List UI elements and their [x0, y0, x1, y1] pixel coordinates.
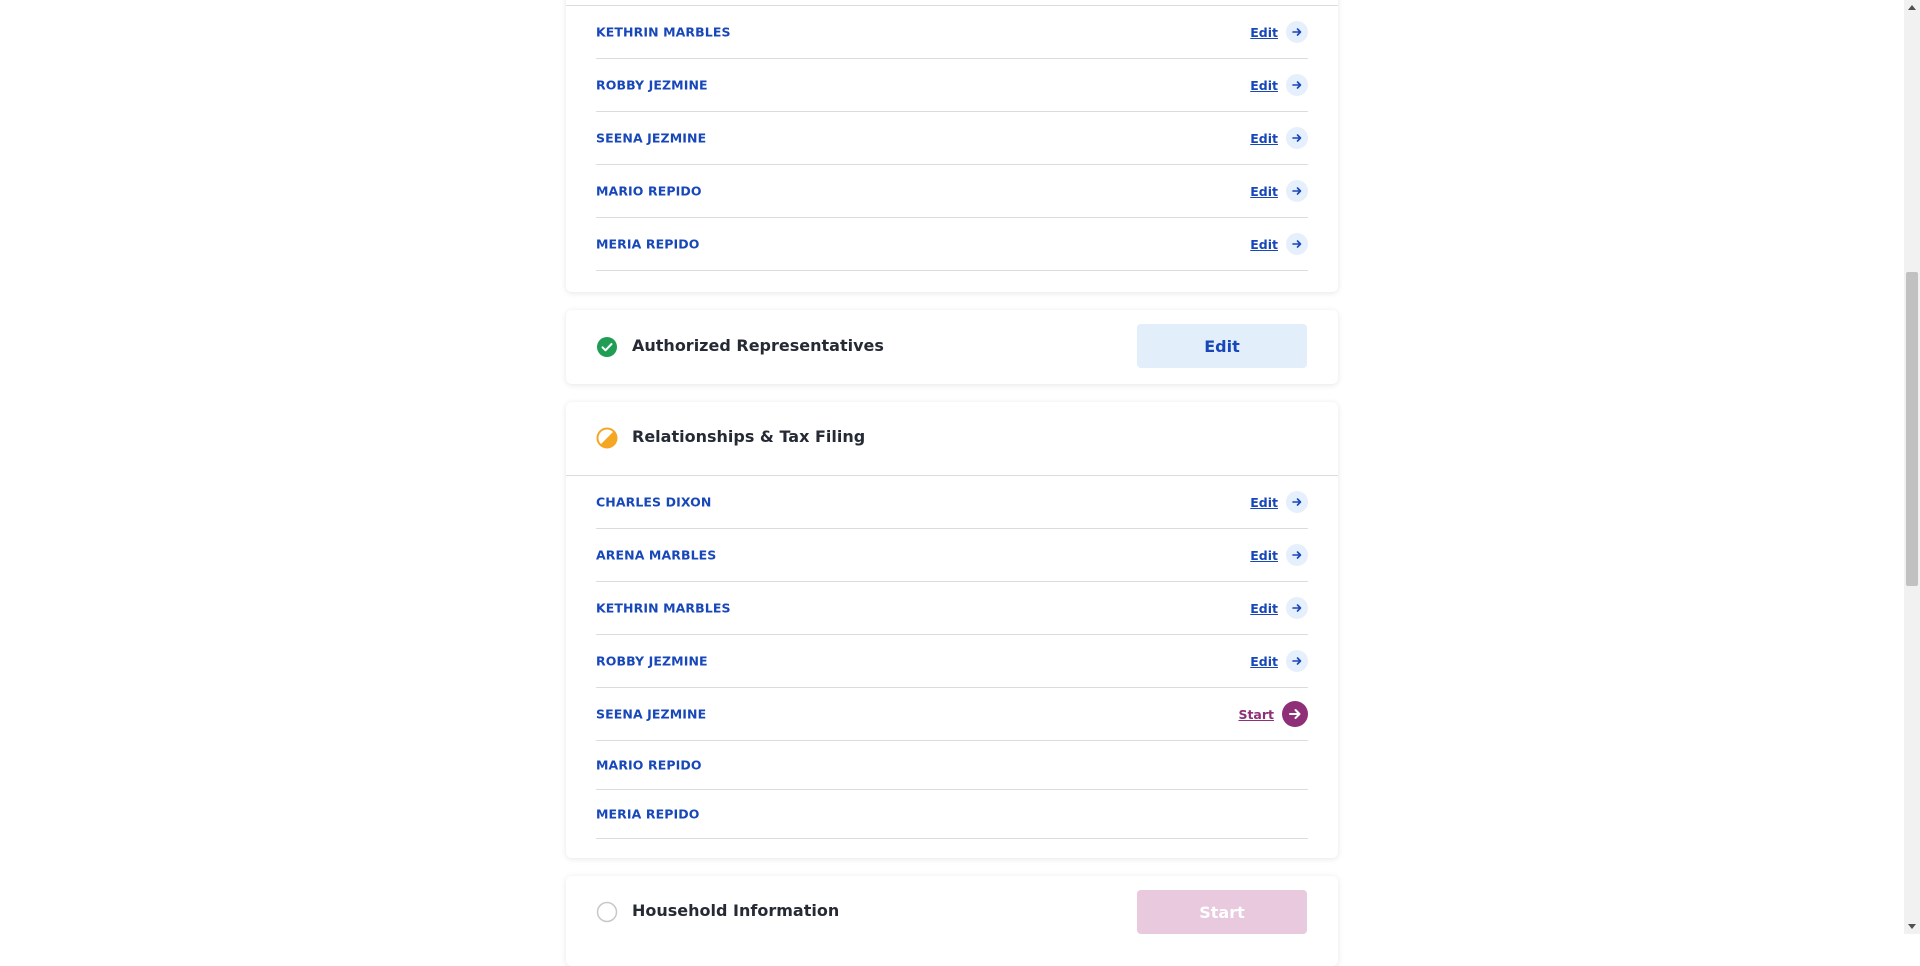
arrow-right-icon[interactable] — [1286, 597, 1308, 619]
member-name: CHARLES DIXON — [596, 494, 712, 510]
member-name: SEENA JEZMINE — [596, 706, 707, 722]
edit-link[interactable]: Edit — [1250, 131, 1278, 146]
edit-action[interactable]: Edit — [1250, 544, 1308, 566]
member-row: MERIA REPIDO — [596, 790, 1308, 839]
edit-link[interactable]: Edit — [1250, 601, 1278, 616]
edit-button[interactable]: Edit — [1137, 324, 1307, 368]
edit-action[interactable]: Edit — [1250, 491, 1308, 513]
edit-link[interactable]: Edit — [1250, 654, 1278, 669]
member-row: KETHRIN MARBLES Edit — [596, 582, 1308, 635]
member-name: MERIA REPIDO — [596, 236, 700, 252]
arrow-right-icon[interactable] — [1282, 701, 1308, 727]
edit-action[interactable]: Edit — [1250, 650, 1308, 672]
edit-link[interactable]: Edit — [1250, 78, 1278, 93]
relationships-tax-filing-card: Relationships & Tax Filing CHARLES DIXON… — [566, 402, 1338, 858]
start-action[interactable]: Start — [1238, 701, 1308, 727]
in-progress-icon — [596, 427, 618, 449]
start-link[interactable]: Start — [1238, 707, 1274, 722]
edit-action[interactable]: Edit — [1250, 233, 1308, 255]
member-row: CHARLES DIXON Edit — [596, 476, 1308, 529]
member-name: SEENA JEZMINE — [596, 130, 707, 146]
edit-link[interactable]: Edit — [1250, 184, 1278, 199]
arrow-right-icon[interactable] — [1286, 74, 1308, 96]
member-name: MARIO REPIDO — [596, 757, 702, 773]
member-row: MARIO REPIDO — [596, 741, 1308, 790]
member-row: MARIO REPIDO Edit — [596, 165, 1308, 218]
member-row: ROBBY JEZMINE Edit — [596, 635, 1308, 688]
section-title: Authorized Representatives — [632, 336, 884, 355]
household-information-card: Household Information Start — [566, 876, 1338, 966]
section-title: Relationships & Tax Filing — [632, 427, 866, 446]
edit-link[interactable]: Edit — [1250, 548, 1278, 563]
check-circle-icon — [596, 336, 618, 358]
edit-link[interactable]: Edit — [1250, 237, 1278, 252]
empty-circle-icon — [596, 901, 618, 923]
member-name: ROBBY JEZMINE — [596, 653, 708, 669]
arrow-right-icon[interactable] — [1286, 233, 1308, 255]
start-button[interactable]: Start — [1137, 890, 1307, 934]
member-row: ARENA MARBLES Edit — [596, 529, 1308, 582]
scroll-down-icon[interactable] — [1908, 924, 1916, 929]
scroll-up-icon[interactable] — [1908, 5, 1916, 10]
member-row: SEENA JEZMINE Edit — [596, 112, 1308, 165]
section-title: Household Information — [632, 901, 840, 920]
member-name: KETHRIN MARBLES — [596, 24, 731, 40]
arrow-right-icon[interactable] — [1286, 127, 1308, 149]
arrow-right-icon[interactable] — [1286, 180, 1308, 202]
edit-link[interactable]: Edit — [1250, 495, 1278, 510]
scrollbar-thumb[interactable] — [1906, 272, 1918, 586]
edit-link[interactable]: Edit — [1250, 25, 1278, 40]
edit-action[interactable]: Edit — [1250, 180, 1308, 202]
arrow-right-icon[interactable] — [1286, 544, 1308, 566]
member-name: ROBBY JEZMINE — [596, 77, 708, 93]
member-name: MARIO REPIDO — [596, 183, 702, 199]
member-name: KETHRIN MARBLES — [596, 600, 731, 616]
household-members-card: KETHRIN MARBLES Edit ROBBY JEZMINE Edit … — [566, 0, 1338, 292]
member-row: MERIA REPIDO Edit — [596, 218, 1308, 271]
member-row: KETHRIN MARBLES Edit — [596, 6, 1308, 59]
arrow-right-icon[interactable] — [1286, 650, 1308, 672]
member-row: SEENA JEZMINE Start — [596, 688, 1308, 741]
member-name: MERIA REPIDO — [596, 806, 700, 822]
member-name: ARENA MARBLES — [596, 547, 717, 563]
edit-action[interactable]: Edit — [1250, 597, 1308, 619]
arrow-right-icon[interactable] — [1286, 21, 1308, 43]
arrow-right-icon[interactable] — [1286, 491, 1308, 513]
member-row: ROBBY JEZMINE Edit — [596, 59, 1308, 112]
edit-action[interactable]: Edit — [1250, 127, 1308, 149]
authorized-representatives-card: Authorized Representatives Edit — [566, 310, 1338, 384]
edit-action[interactable]: Edit — [1250, 21, 1308, 43]
edit-action[interactable]: Edit — [1250, 74, 1308, 96]
